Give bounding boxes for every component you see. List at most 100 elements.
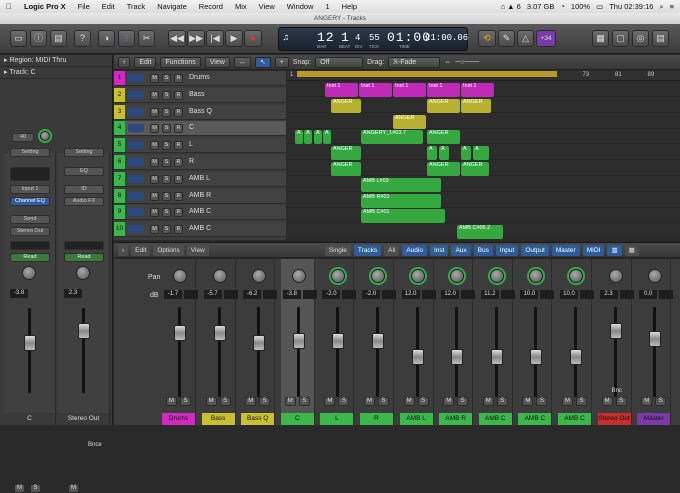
track-record-button[interactable]: R xyxy=(174,74,183,83)
volume-fader[interactable] xyxy=(78,323,90,339)
region[interactable]: ANGER xyxy=(427,162,460,176)
mute-button[interactable]: M xyxy=(641,397,653,406)
track-row[interactable]: 7 M S R AMB L xyxy=(114,171,286,187)
loops-button[interactable]: ◎ xyxy=(632,30,649,47)
solo-button[interactable]: S xyxy=(338,397,350,406)
track-solo-button[interactable]: S xyxy=(162,124,171,134)
track-solo-button[interactable]: S xyxy=(162,208,171,218)
track-solo-button[interactable]: S xyxy=(162,225,171,235)
gain-knob[interactable] xyxy=(40,131,50,141)
pan-knob[interactable] xyxy=(450,269,465,283)
track-solo-button[interactable]: S xyxy=(162,191,171,201)
menu-file[interactable]: File xyxy=(72,2,96,11)
region[interactable]: AMB R#01 xyxy=(361,193,441,208)
mixer-back-button[interactable]: ‹ xyxy=(118,244,129,256)
status-icons[interactable]: ⌂ ▲ 6 xyxy=(501,2,521,11)
track-row[interactable]: 9 M S R AMB C xyxy=(114,205,286,221)
track-solo-button[interactable]: S xyxy=(162,107,171,117)
wifi-icon[interactable]: ◔ xyxy=(560,2,565,11)
pointer-tool[interactable]: ↖ xyxy=(254,56,271,68)
menu-help[interactable]: Help xyxy=(336,2,363,11)
region[interactable]: Inst 1 xyxy=(325,83,358,97)
pencil-tool[interactable]: + xyxy=(274,56,289,68)
list-editors-button[interactable]: ▦ xyxy=(592,30,609,47)
solo-button[interactable]: S xyxy=(30,484,41,493)
region[interactable]: ANGER xyxy=(427,98,460,113)
apple-icon[interactable]:  xyxy=(0,2,18,11)
volume-fader[interactable] xyxy=(411,349,424,365)
mute-button[interactable]: M xyxy=(403,397,415,406)
clock[interactable]: Thu 02:39:16 xyxy=(609,2,653,11)
track-solo-button[interactable]: S xyxy=(162,141,171,151)
mixer-button[interactable]: ⫶ xyxy=(118,30,135,47)
track-mute-button[interactable]: M xyxy=(150,225,159,235)
region[interactable]: AMB L#03 xyxy=(361,177,441,192)
volume-fader[interactable] xyxy=(530,349,543,365)
channel-strip[interactable]: -2.0 M S R xyxy=(360,259,396,425)
track-header[interactable]: ▸ Track: C xyxy=(0,67,112,79)
track-mute-button[interactable]: M xyxy=(150,90,159,100)
region[interactable]: ANGER xyxy=(461,162,489,176)
filter-bus[interactable]: Bus xyxy=(473,244,493,256)
pan-knob[interactable] xyxy=(331,269,346,283)
volume-fader[interactable] xyxy=(372,333,384,349)
tracks-view-menu[interactable]: View xyxy=(204,56,230,68)
inspector-button[interactable]: ⓘ xyxy=(30,30,47,47)
track-record-button[interactable]: R xyxy=(174,141,183,151)
channel-strip[interactable]: -5.7 M S Bass xyxy=(201,259,238,425)
track-row[interactable]: 8 M S R AMB R xyxy=(114,188,286,204)
filter-inst[interactable]: Inst xyxy=(429,244,449,256)
track-mute-button[interactable]: M xyxy=(150,208,159,218)
quick-help-button[interactable]: ? xyxy=(74,30,91,47)
menu-app[interactable]: Logic Pro X xyxy=(18,2,72,11)
region[interactable]: A xyxy=(295,130,303,145)
go-to-start-button[interactable]: |◀ xyxy=(206,30,224,47)
solo-button[interactable]: S xyxy=(298,397,310,406)
pan-knob[interactable] xyxy=(489,269,504,283)
tab-single[interactable]: Single xyxy=(324,244,351,256)
volume-fader[interactable] xyxy=(490,349,503,365)
track-mute-button[interactable]: M xyxy=(150,141,159,151)
track-solo-button[interactable]: S xyxy=(162,174,171,184)
drag-select[interactable]: X-Fade xyxy=(388,56,441,68)
volume-fader[interactable] xyxy=(609,323,622,339)
track-row[interactable]: 6MSRR xyxy=(114,155,286,170)
region[interactable]: ANGER xyxy=(331,98,361,113)
track-record-button[interactable]: R xyxy=(174,225,183,235)
menu-mix[interactable]: Mix xyxy=(229,2,253,11)
region[interactable]: ANGER xyxy=(461,98,491,113)
audio-fx-slot[interactable]: Audio FX xyxy=(64,197,104,206)
filter-input[interactable]: Input xyxy=(495,244,519,256)
back-button[interactable]: ‹ xyxy=(118,56,131,68)
region[interactable]: Inst 1 xyxy=(359,83,392,97)
track-row[interactable]: 4 MSRC xyxy=(114,121,286,137)
forward-button[interactable]: ▶▶ xyxy=(187,30,205,47)
mute-button[interactable]: M xyxy=(364,397,375,406)
volume-fader[interactable] xyxy=(570,349,582,365)
track-mute-button[interactable]: M xyxy=(150,107,159,117)
record-button[interactable]: ● xyxy=(244,30,262,47)
menu-1[interactable]: 1 xyxy=(319,2,335,11)
region-header[interactable]: ▸ Region: MIDI Thru xyxy=(0,55,112,67)
mute-button[interactable]: M xyxy=(14,484,25,493)
mute-button[interactable]: M xyxy=(68,484,79,493)
play-button[interactable]: ▶ xyxy=(225,30,243,47)
track-mute-button[interactable]: M xyxy=(150,191,159,201)
region[interactable]: A xyxy=(304,130,312,145)
smart-controls-button[interactable]: ◑ xyxy=(98,30,115,47)
search-icon[interactable]: ⌕ xyxy=(659,2,663,12)
volume-fader[interactable] xyxy=(24,335,36,351)
track-lane[interactable] xyxy=(287,129,680,145)
region[interactable]: AMB C#01 xyxy=(361,209,445,224)
mute-button[interactable]: M xyxy=(562,397,573,406)
cycle-button[interactable]: ⟲ xyxy=(478,30,496,47)
region[interactable]: A xyxy=(461,146,471,161)
snap-select[interactable]: Off xyxy=(315,56,364,68)
memory-status[interactable]: 3.07 GB xyxy=(527,2,555,11)
battery-status[interactable]: 100% xyxy=(571,2,590,11)
track-mute-button[interactable]: M xyxy=(150,124,159,134)
solo-button[interactable]: S xyxy=(457,397,469,406)
mute-button[interactable]: M xyxy=(284,397,296,406)
tuner-button[interactable]: ✎ xyxy=(498,30,515,47)
track-record-button[interactable]: R xyxy=(174,90,183,100)
